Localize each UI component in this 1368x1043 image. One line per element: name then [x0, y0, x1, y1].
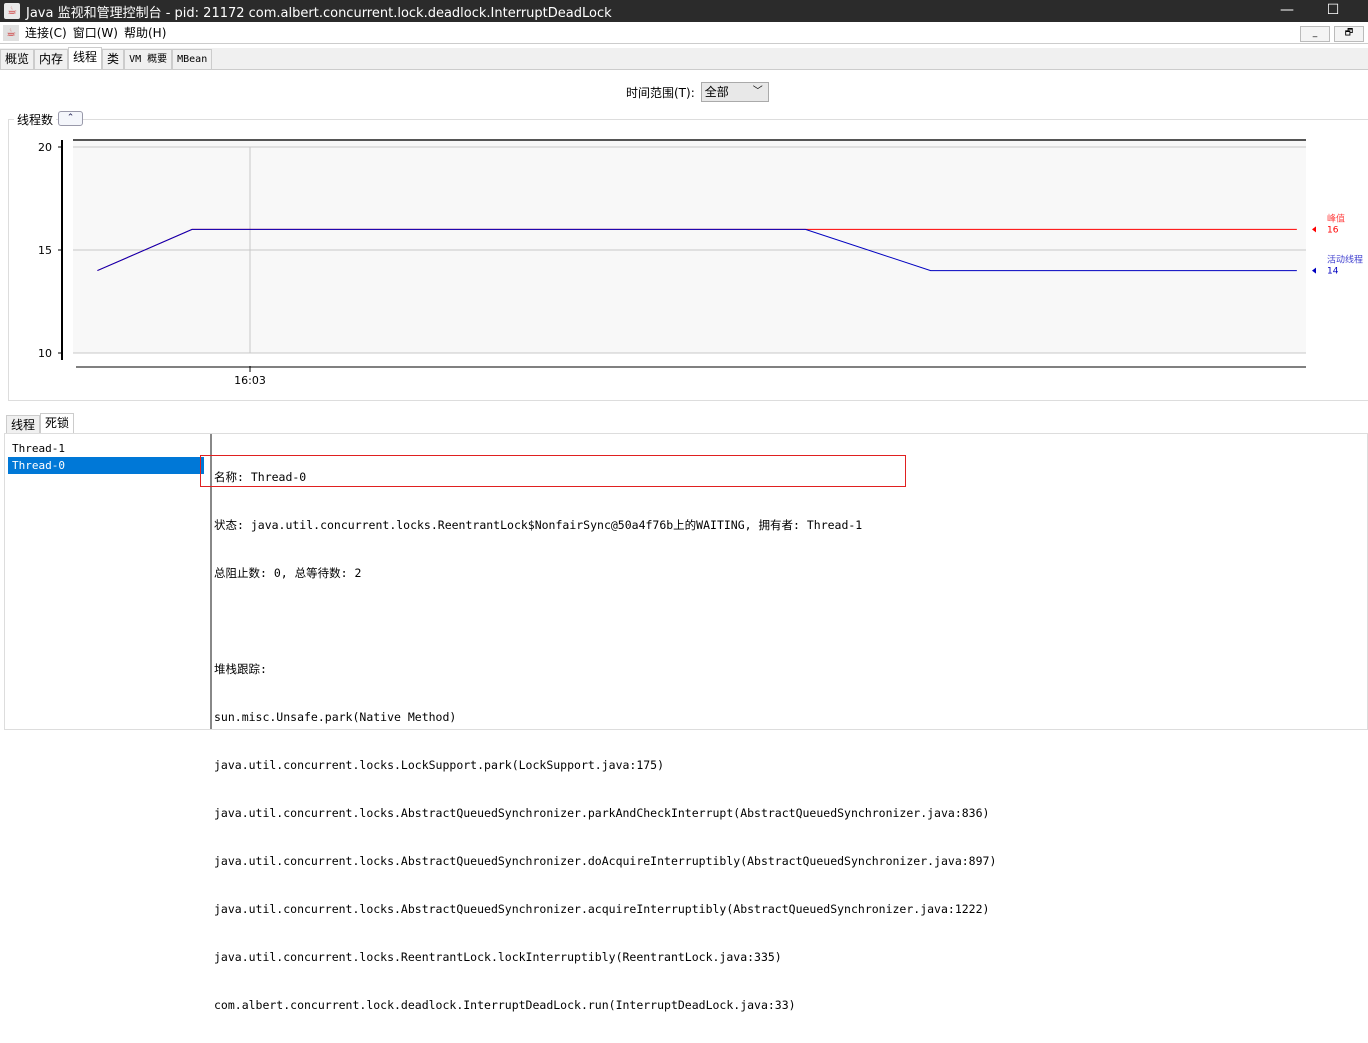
highlight-box: [200, 455, 906, 487]
y-tick-label: 15: [38, 244, 52, 257]
stack-frame: java.util.concurrent.locks.ReentrantLock…: [214, 950, 782, 964]
stack-frame: java.util.concurrent.locks.AbstractQueue…: [214, 902, 990, 916]
thread-count-chart: 10152016:0316:04峰值16活动线程14: [38, 139, 1363, 387]
subtab-threads[interactable]: 线程: [6, 415, 41, 434]
stack-frame: sun.misc.Unsafe.park(Native Method): [214, 710, 457, 724]
subtab-deadlock[interactable]: 死锁: [40, 413, 75, 434]
y-tick-label: 10: [38, 347, 52, 360]
stack-frame: java.util.concurrent.locks.AbstractQueue…: [214, 806, 990, 820]
stack-frame: java.util.concurrent.locks.AbstractQueue…: [214, 854, 997, 868]
y-tick-label: 20: [38, 141, 52, 154]
legend-value-0: 16: [1327, 225, 1339, 235]
legend-value-1: 14: [1327, 267, 1339, 277]
stack-frame: com.albert.concurrent.lock.deadlock.Inte…: [214, 998, 796, 1012]
sub-tabs: 线程 死锁: [6, 413, 75, 434]
legend-name-0: 峰值: [1327, 212, 1345, 224]
thread-list-item[interactable]: Thread-1: [8, 440, 204, 457]
thread-detail: 名称: Thread-0 状态: java.util.concurrent.lo…: [214, 439, 996, 1043]
legend-name-1: 活动线程: [1327, 254, 1363, 266]
series-marker-0: [1312, 226, 1316, 233]
plot-area: [73, 140, 1306, 353]
thread-list: Thread-1 Thread-0: [5, 434, 207, 729]
series-marker-1: [1312, 267, 1316, 274]
thread-list-item-selected[interactable]: Thread-0: [8, 457, 204, 474]
stack-title: 堆栈跟踪:: [214, 662, 267, 676]
thread-state: 状态: java.util.concurrent.locks.Reentrant…: [214, 518, 863, 532]
x-tick-label: 16:03: [234, 374, 266, 387]
thread-counts: 总阻止数: 0, 总等待数: 2: [214, 566, 362, 580]
stack-frame: java.util.concurrent.locks.LockSupport.p…: [214, 758, 665, 772]
